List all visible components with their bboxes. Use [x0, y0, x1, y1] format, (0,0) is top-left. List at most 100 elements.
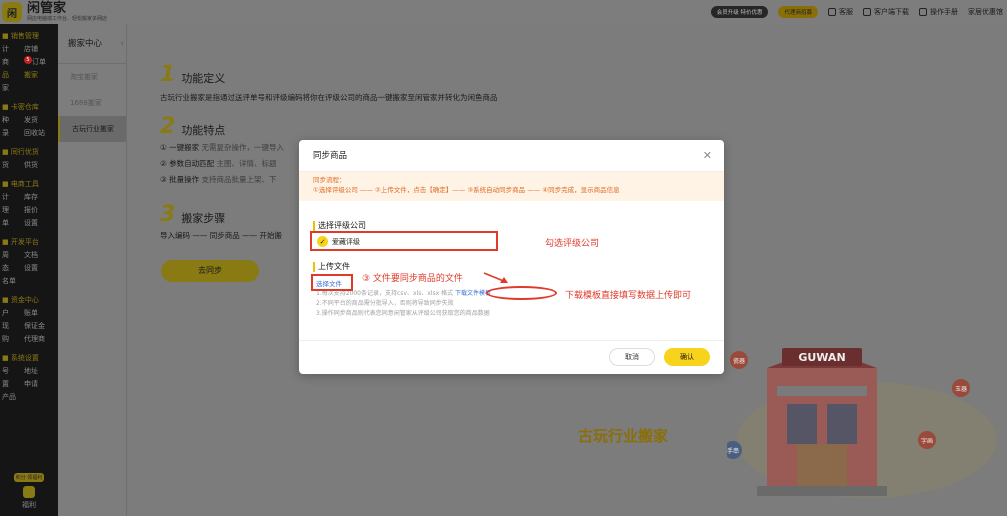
- sidebar-item-label[interactable]: 计: [2, 43, 24, 56]
- sidebar-item-label[interactable]: 家: [2, 82, 24, 95]
- subnav-item-antique[interactable]: 古玩行业搬家: [58, 116, 126, 142]
- sidebar-group-title[interactable]: ■ 开发平台: [0, 236, 58, 249]
- headset-icon: [828, 8, 836, 16]
- shop-sign: GUWAN: [798, 351, 845, 364]
- sidebar-row[interactable]: 种发货: [0, 114, 58, 127]
- sidebar-group-title[interactable]: ■ 卡密仓库: [0, 101, 58, 114]
- sidebar-item-label[interactable]: 保证金: [24, 322, 45, 330]
- sidebar-item-label[interactable]: 号: [2, 365, 24, 378]
- subnav-item-taobao[interactable]: 淘宝搬家: [58, 64, 126, 90]
- manual-link[interactable]: 操作手册: [919, 7, 958, 17]
- sidebar-item-label[interactable]: 商: [2, 56, 24, 69]
- go-sync-button[interactable]: 去同步: [161, 260, 259, 282]
- vip-upgrade-button[interactable]: 会员升级 特价优惠: [710, 6, 769, 18]
- sidebar-item-label[interactable]: 账单: [24, 309, 38, 317]
- sidebar-item-label[interactable]: 态: [2, 262, 24, 275]
- sidebar-row[interactable]: 理报价: [0, 204, 58, 217]
- sidebar-item-label[interactable]: 设置: [24, 219, 38, 227]
- sidebar-group-title[interactable]: ■ 电商工具: [0, 178, 58, 191]
- sidebar-group-title[interactable]: ■ 系统设置: [0, 352, 58, 365]
- sidebar-row[interactable]: 产品: [0, 391, 58, 404]
- customer-service-link[interactable]: 客服: [828, 7, 853, 17]
- sidebar-row[interactable]: 品搬家: [0, 69, 58, 82]
- sidebar-item-label[interactable]: 单: [2, 217, 24, 230]
- sidebar-row[interactable]: 商 5 订单: [0, 56, 58, 69]
- welfare-label: 福利: [22, 501, 36, 509]
- sidebar-item-label[interactable]: 设置: [24, 264, 38, 272]
- section-number: 3: [160, 202, 176, 227]
- svg-text:瓷器: 瓷器: [733, 357, 745, 365]
- tip-line-2: 2.不同平台的商品需分批导入，否则将导致同步失败: [316, 300, 454, 307]
- sidebar-row[interactable]: 计库存: [0, 191, 58, 204]
- collapse-icon[interactable]: ‹: [120, 24, 124, 64]
- sidebar-item-label[interactable]: 购: [2, 333, 24, 346]
- sidebar-row[interactable]: 周文档: [0, 249, 58, 262]
- section-title: 搬家步骤: [181, 212, 226, 225]
- sidebar-welfare[interactable]: 积分 领福利 福利: [4, 473, 54, 510]
- sidebar-row[interactable]: 货供货: [0, 159, 58, 172]
- sidebar-item-label[interactable]: 计: [2, 191, 24, 204]
- cancel-button[interactable]: 取消: [609, 348, 655, 366]
- sidebar-item-label[interactable]: 店铺: [24, 45, 38, 53]
- app-subtitle: 网店电脑端工作台、轻松搬家多网店: [27, 15, 108, 22]
- sidebar-row[interactable]: 号地址: [0, 365, 58, 378]
- tip-line-3: 3.操作同步商品则代表您同意闲管家从评级公司获取您的商品数据: [316, 310, 490, 317]
- subnav-item-1688[interactable]: 1688搬家: [58, 90, 126, 116]
- sidebar-group-title[interactable]: ■ 销售管理: [0, 30, 58, 43]
- sidebar-item-label[interactable]: 周: [2, 249, 24, 262]
- sidebar-row[interactable]: 单设置: [0, 217, 58, 230]
- sidebar-row[interactable]: 购代理商: [0, 333, 58, 346]
- sidebar-row[interactable]: 户账单: [0, 307, 58, 320]
- sidebar-item-label[interactable]: 地址: [24, 367, 38, 375]
- sidebar-row[interactable]: 置申请: [0, 378, 58, 391]
- sidebar-item-label[interactable]: 文档: [24, 251, 38, 259]
- sidebar-item-label[interactable]: 发货: [24, 116, 38, 124]
- upload-label: 上传文件: [313, 262, 350, 272]
- sidebar-item-label[interactable]: 报价: [24, 206, 38, 214]
- dealer-recruit-button[interactable]: 代理商招募: [778, 6, 818, 18]
- sidebar-item-label[interactable]: 现: [2, 320, 24, 333]
- sidebar-item-label[interactable]: 代理商: [24, 335, 45, 343]
- sidebar-row[interactable]: 录回收站: [0, 127, 58, 140]
- sidebar-item-label[interactable]: 回收站: [24, 129, 45, 137]
- logo-icon: 闲: [2, 2, 22, 22]
- sidebar-item-label[interactable]: 供货: [24, 161, 38, 169]
- sidebar-item-label[interactable]: 录: [2, 127, 24, 140]
- client-download-link[interactable]: 客户端下载: [863, 7, 909, 17]
- sidebar-item-label[interactable]: 品: [2, 69, 24, 82]
- sidebar-row[interactable]: 家: [0, 82, 58, 95]
- annotation-box-template: [486, 286, 557, 300]
- section-definition: 1 功能定义 古玩行业搬家是指通过送评单号和评级编码将你在评级公司的商品一键搬家…: [160, 64, 498, 106]
- home-deals-link[interactable]: 家居优惠馆: [968, 7, 1003, 17]
- sidebar-group-title[interactable]: ■ 同行优货: [0, 146, 58, 159]
- sidebar-item-label[interactable]: 产品: [2, 391, 24, 404]
- annotation-box-company: [310, 231, 498, 251]
- annotation-box-choose-file: [311, 274, 353, 291]
- sidebar-row[interactable]: 名单: [0, 275, 58, 288]
- confirm-button[interactable]: 确认: [664, 348, 710, 366]
- svg-text:玉器: 玉器: [955, 386, 967, 393]
- sidebar-group-title[interactable]: ■ 资金中心: [0, 294, 58, 307]
- sidebar-item-label[interactable]: 名单: [2, 275, 24, 288]
- sidebar-item-label[interactable]: 申请: [24, 380, 38, 388]
- move-center-nav: 搬家中心 ‹ 淘宝搬家 1688搬家 古玩行业搬家: [58, 24, 127, 516]
- sidebar-row[interactable]: 现保证金: [0, 320, 58, 333]
- sidebar-item-label[interactable]: 订单: [32, 58, 46, 66]
- sidebar-item-label[interactable]: 理: [2, 204, 24, 217]
- sidebar-row[interactable]: 态设置: [0, 262, 58, 275]
- sidebar-item-label[interactable]: 搬家: [24, 71, 38, 79]
- sidebar-item-label[interactable]: 库存: [24, 193, 38, 201]
- sidebar-item-label[interactable]: 货: [2, 159, 24, 172]
- top-bar: 闲 闲管家 网店电脑端工作台、轻松搬家多网店 会员升级 特价优惠 代理商招募 客…: [0, 0, 1007, 24]
- book-icon: [919, 8, 927, 16]
- app-logo[interactable]: 闲 闲管家 网店电脑端工作台、轻松搬家多网店: [0, 0, 107, 24]
- close-icon[interactable]: ✕: [703, 140, 712, 172]
- sidebar-item-label[interactable]: 置: [2, 378, 24, 391]
- section-title: 功能定义: [181, 72, 226, 85]
- section-number: 1: [160, 62, 176, 87]
- sidebar-item-label[interactable]: 种: [2, 114, 24, 127]
- sidebar-row[interactable]: 计店铺: [0, 43, 58, 56]
- section-steps: 3 搬家步骤 导入编码 —— 同步商品 —— 开始搬: [160, 204, 282, 244]
- sidebar-item-label[interactable]: 户: [2, 307, 24, 320]
- annotation-arrow: [483, 272, 508, 283]
